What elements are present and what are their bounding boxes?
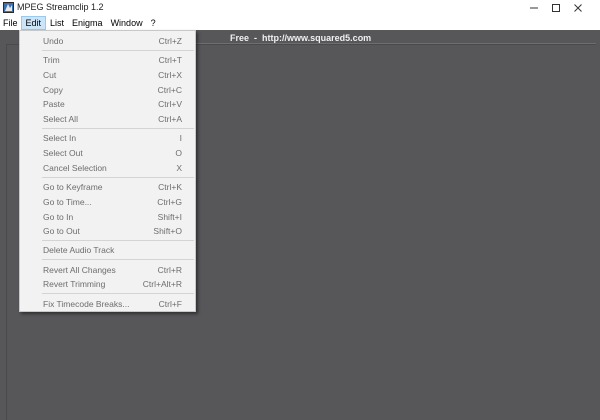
menu-item-shortcut: Ctrl+G: [157, 197, 182, 207]
menu-enigma[interactable]: Enigma: [68, 16, 107, 30]
menu-item-shortcut: Ctrl+F: [158, 299, 182, 309]
menu-item-shortcut: Ctrl+V: [158, 99, 182, 109]
app-icon: [3, 2, 14, 13]
menu-item-label: Select In: [43, 133, 77, 143]
menu-edit[interactable]: Edit: [20, 16, 47, 30]
menu-item-label: Go to Keyframe: [43, 182, 103, 192]
menu-item-shortcut: O: [175, 148, 182, 158]
menu-item-shortcut: Ctrl+T: [158, 55, 182, 65]
menu-item-label: Go to In: [43, 212, 74, 222]
menu-item-label: Go to Out: [43, 226, 80, 236]
menu-item-label: Revert All Changes: [43, 265, 116, 275]
menu-separator: [42, 128, 194, 129]
menu-item-label: Revert Trimming: [43, 279, 106, 289]
menu-item-label: Copy: [43, 85, 63, 95]
menu-item-cancel-selection[interactable]: Cancel Selection X: [21, 161, 194, 175]
menu-item-shortcut: I: [179, 133, 182, 143]
menu-item-select-out[interactable]: Select Out O: [21, 146, 194, 160]
menu-item-copy[interactable]: Copy Ctrl+C: [21, 83, 194, 97]
menu-help[interactable]: ?: [147, 16, 160, 30]
menu-window[interactable]: Window: [107, 16, 147, 30]
menu-item-shortcut: Ctrl+R: [157, 265, 182, 275]
menu-item-shortcut: Ctrl+Alt+R: [142, 279, 182, 289]
menu-item-label: Select All: [43, 114, 78, 124]
menu-item-paste[interactable]: Paste Ctrl+V: [21, 97, 194, 111]
menu-item-go-to-in[interactable]: Go to In Shift+I: [21, 210, 194, 224]
menu-separator: [42, 177, 194, 178]
menu-item-shortcut: Ctrl+Z: [158, 36, 182, 46]
menu-item-shortcut: Ctrl+K: [158, 182, 182, 192]
divider: [196, 43, 596, 44]
menu-bar: File Edit List Enigma Window ?: [0, 16, 600, 30]
menu-item-shortcut: Ctrl+A: [158, 114, 182, 124]
banner-text: Free - http://www.squared5.com: [230, 33, 372, 43]
menu-item-label: Fix Timecode Breaks...: [43, 299, 130, 309]
menu-separator: [42, 240, 194, 241]
menu-item-go-to-keyframe[interactable]: Go to Keyframe Ctrl+K: [21, 180, 194, 194]
menu-item-label: Cut: [43, 70, 57, 80]
menu-item-go-to-out[interactable]: Go to Out Shift+O: [21, 224, 194, 238]
close-button[interactable]: [556, 0, 600, 16]
menu-item-fix-timecode-breaks[interactable]: Fix Timecode Breaks... Ctrl+F: [21, 297, 194, 311]
menu-item-shortcut: Ctrl+X: [158, 70, 182, 80]
menu-item-label: Paste: [43, 99, 65, 109]
menu-list[interactable]: List: [46, 16, 68, 30]
menu-item-label: Select Out: [43, 148, 83, 158]
menu-item-label: Go to Time...: [43, 197, 92, 207]
menu-item-label: Undo: [43, 36, 64, 46]
title-bar: MPEG Streamclip 1.2: [0, 0, 600, 16]
menu-item-select-all[interactable]: Select All Ctrl+A: [21, 112, 194, 126]
close-icon: [574, 4, 582, 12]
menu-item-undo[interactable]: Undo Ctrl+Z: [21, 34, 194, 48]
window-title: MPEG Streamclip 1.2: [17, 2, 104, 12]
menu-item-shortcut: X: [176, 163, 182, 173]
menu-item-label: Cancel Selection: [43, 163, 107, 173]
menu-separator: [42, 293, 194, 294]
edit-menu: Undo Ctrl+Z Trim Ctrl+T Cut Ctrl+X Copy …: [19, 30, 196, 312]
menu-item-label: Delete Audio Track: [43, 245, 115, 255]
menu-item-revert-all-changes[interactable]: Revert All Changes Ctrl+R: [21, 263, 194, 277]
menu-item-shortcut: Shift+O: [153, 226, 182, 236]
menu-item-select-in[interactable]: Select In I: [21, 131, 194, 145]
menu-item-shortcut: Shift+I: [157, 212, 182, 222]
menu-item-cut[interactable]: Cut Ctrl+X: [21, 68, 194, 82]
menu-item-label: Trim: [43, 55, 60, 65]
menu-separator: [42, 50, 194, 51]
menu-file[interactable]: File: [0, 16, 21, 30]
menu-item-shortcut: Ctrl+C: [157, 85, 182, 95]
menu-item-delete-audio-track[interactable]: Delete Audio Track: [21, 243, 194, 257]
menu-item-trim[interactable]: Trim Ctrl+T: [21, 53, 194, 67]
menu-separator: [42, 259, 194, 260]
menu-item-revert-trimming[interactable]: Revert Trimming Ctrl+Alt+R: [21, 277, 194, 291]
menu-item-go-to-time[interactable]: Go to Time... Ctrl+G: [21, 195, 194, 209]
